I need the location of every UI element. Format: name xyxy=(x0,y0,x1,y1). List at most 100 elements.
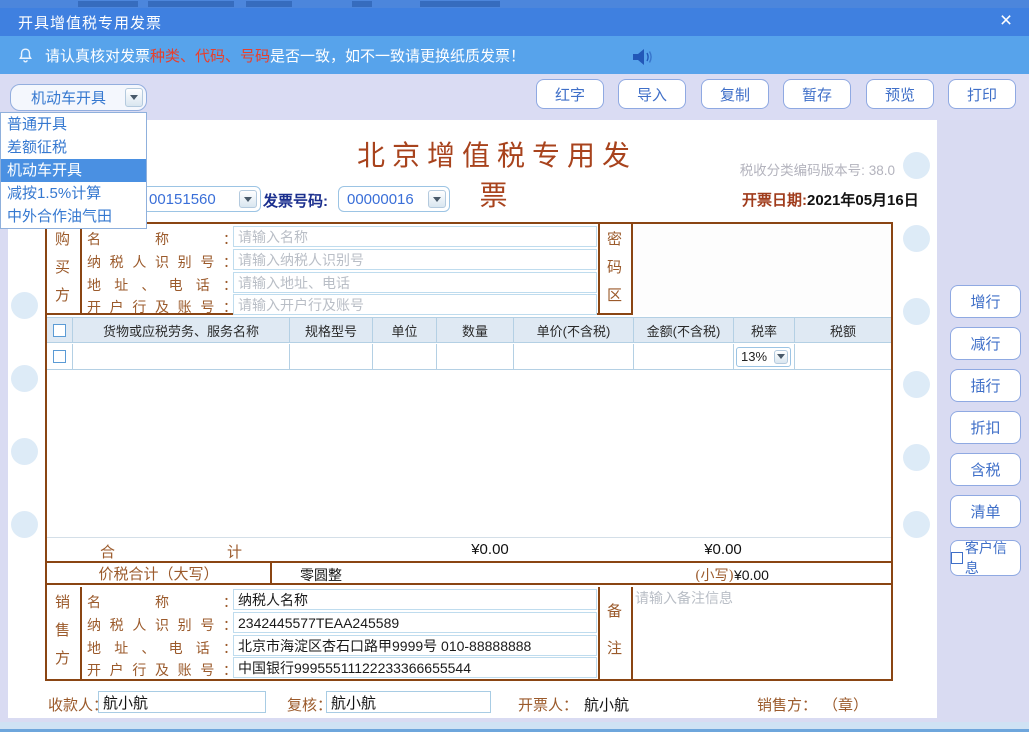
grand-total-small: (小写)¥0.00 xyxy=(695,567,769,584)
item-name-cell[interactable] xyxy=(73,344,290,369)
col-item-name: 货物或应税劳务、服务名称 xyxy=(73,318,290,342)
mode-option-joint-oilfield[interactable]: 中外合作油气田 xyxy=(1,205,146,228)
buyer-bank-input[interactable] xyxy=(233,294,597,315)
tax-code-version: 税收分类编码版本号: 38.0 xyxy=(739,163,895,178)
speaker-icon[interactable] xyxy=(630,47,654,67)
tax-rate-select[interactable]: 13% xyxy=(736,346,791,367)
invoice-number-select[interactable]: 00000016 xyxy=(338,186,450,212)
item-price-cell[interactable] xyxy=(514,344,634,369)
mode-option-reduced-rate[interactable]: 减按1.5%计算 xyxy=(1,182,146,205)
background-window-strip xyxy=(0,0,1029,8)
buyer-taxid-input[interactable] xyxy=(233,249,597,270)
chevron-down-icon[interactable] xyxy=(774,349,788,364)
notice-text: 请认真核对发票种类、代码、号码是否一致，如不一致请更换纸质发票！ xyxy=(45,47,526,65)
item-amount-cell[interactable] xyxy=(634,344,734,369)
seal-value: （章） xyxy=(823,696,869,714)
col-tax-rate: 税率 xyxy=(734,318,795,342)
decorative-dot xyxy=(903,371,930,398)
mode-option-motor-vehicle[interactable]: 机动车开具 xyxy=(1,159,146,182)
invoice-body: 购买方 名称： 纳税人识别号： 地址、电话： 开户行及账号： 密码区 货物或应税… xyxy=(45,222,893,681)
bell-icon xyxy=(19,47,32,62)
col-tax: 税额 xyxy=(829,323,856,339)
reviewer-input[interactable] xyxy=(326,691,491,713)
seller-name-label: 名称： xyxy=(87,595,237,611)
drawer-label: 开票人： xyxy=(518,696,579,714)
items-table-header: 货物或应税劳务、服务名称 规格型号 单位 数量 单价(不含税) 金额(不含税) … xyxy=(47,317,891,343)
dialog-titlebar: 开具增值税专用发票 xyxy=(0,8,1029,36)
seller-taxid-label: 纳税人识别号： xyxy=(87,618,237,634)
invoice-number-value: 00000016 xyxy=(347,190,414,208)
seller-taxid-input[interactable] xyxy=(233,612,597,633)
invoice-mode-value: 机动车开具 xyxy=(31,90,107,107)
payee-input[interactable] xyxy=(98,691,266,713)
password-area xyxy=(633,224,891,315)
tax-rate-value: 13% xyxy=(741,349,768,364)
customer-info-checkbox[interactable] xyxy=(951,552,963,564)
mode-option-normal[interactable]: 普通开具 xyxy=(1,113,146,136)
grand-total-label: 价税合计（大写） xyxy=(47,563,272,583)
remark-textarea[interactable] xyxy=(635,588,890,677)
remark-label: 备注 xyxy=(605,603,623,677)
print-button[interactable]: 打印 xyxy=(948,79,1016,109)
items-table-row: 13% xyxy=(47,344,891,370)
total-tax: ¥0.00 xyxy=(704,541,742,558)
col-amount: 金额(不含税) xyxy=(634,318,734,342)
item-unit-cell[interactable] xyxy=(373,344,437,369)
total-amount: ¥0.00 xyxy=(471,541,509,558)
copy-button[interactable]: 复制 xyxy=(701,79,769,109)
customer-info-button[interactable]: 客户信息 xyxy=(950,540,1021,576)
decorative-dot xyxy=(11,292,38,319)
discount-button[interactable]: 折扣 xyxy=(950,411,1021,444)
close-icon[interactable]: × xyxy=(993,10,1019,34)
chevron-down-icon[interactable] xyxy=(239,190,257,208)
buyer-bank-label: 开户行及账号： xyxy=(87,300,237,316)
seller-address-input[interactable] xyxy=(233,635,597,656)
buyer-name-input[interactable] xyxy=(233,226,597,247)
preview-button[interactable]: 预览 xyxy=(866,79,934,109)
invoice-number-label: 发票号码: xyxy=(263,193,328,210)
decorative-dot xyxy=(11,365,38,392)
chevron-down-icon[interactable] xyxy=(428,190,446,208)
buyer-section-label: 购买方 xyxy=(53,230,71,315)
drawer-value: 航小航 xyxy=(584,697,630,714)
chevron-down-icon[interactable] xyxy=(125,88,143,107)
item-tax-cell[interactable] xyxy=(795,344,891,369)
background-window-bottom xyxy=(0,722,1029,732)
red-letter-button[interactable]: 红字 xyxy=(536,79,604,109)
invoice-dialog: 开具增值税专用发票 × 请认真核对发票种类、代码、号码是否一致，如不一致请更换纸… xyxy=(0,0,1029,732)
insert-row-button[interactable]: 插行 xyxy=(950,369,1021,402)
tax-included-button[interactable]: 含税 xyxy=(950,453,1021,486)
buyer-address-input[interactable] xyxy=(233,272,597,293)
totals-label: 合计 xyxy=(100,543,242,561)
buyer-taxid-label: 纳税人识别号： xyxy=(87,255,237,271)
decorative-dot xyxy=(11,511,38,538)
mode-option-difference-tax[interactable]: 差额征税 xyxy=(1,136,146,159)
buyer-section: 购买方 名称： 纳税人识别号： 地址、电话： 开户行及账号： 密码区 xyxy=(47,224,891,316)
password-area-label: 密码区 xyxy=(605,230,623,315)
dialog-title: 开具增值税专用发票 xyxy=(18,14,163,32)
import-button[interactable]: 导入 xyxy=(618,79,686,109)
select-all-checkbox[interactable] xyxy=(53,323,66,337)
add-row-button[interactable]: 增行 xyxy=(950,285,1021,318)
seller-name-input[interactable] xyxy=(233,589,597,610)
seller-seal-label: 销售方： xyxy=(757,696,818,714)
remove-row-button[interactable]: 减行 xyxy=(950,327,1021,360)
buyer-name-label: 名称： xyxy=(87,232,237,248)
totals-row: 合计 ¥0.00 ¥0.00 xyxy=(47,537,891,561)
row-checkbox[interactable] xyxy=(53,350,66,363)
notice-bar: 请认真核对发票种类、代码、号码是否一致，如不一致请更换纸质发票！ xyxy=(0,36,1029,74)
decorative-dot xyxy=(903,298,930,325)
save-draft-button[interactable]: 暂存 xyxy=(783,79,851,109)
decorative-dot xyxy=(903,225,930,252)
seller-bank-input[interactable] xyxy=(233,657,597,678)
buyer-address-label: 地址、电话： xyxy=(87,278,237,294)
seller-address-label: 地址、电话： xyxy=(87,641,237,657)
col-spec: 规格型号 xyxy=(290,318,373,342)
item-spec-cell[interactable] xyxy=(290,344,373,369)
col-quantity: 数量 xyxy=(437,318,514,342)
list-button[interactable]: 清单 xyxy=(950,495,1021,528)
item-qty-cell[interactable] xyxy=(437,344,514,369)
invoice-date: 开票日期:2021年05月16日 xyxy=(742,192,919,209)
seller-bank-label: 开户行及账号： xyxy=(87,663,237,679)
invoice-mode-select[interactable]: 机动车开具 xyxy=(10,84,147,111)
